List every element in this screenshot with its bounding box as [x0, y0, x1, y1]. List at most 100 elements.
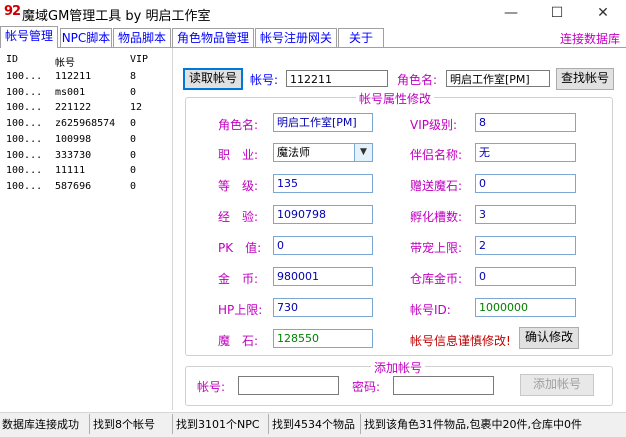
account-label: 帐号: [250, 73, 279, 87]
tab-about[interactable]: 关于 [338, 28, 384, 47]
cell-vip: 0 [130, 149, 137, 161]
account-id-input[interactable]: 1000000 [475, 298, 576, 317]
status-account-count: 找到8个帐号 [93, 418, 155, 431]
minimize-icon[interactable]: — [488, 0, 534, 26]
table-row[interactable]: 100... 100998 0 [0, 134, 170, 149]
cell-id: 100... [6, 180, 43, 192]
role-name-field-label: 角色名: [218, 118, 259, 132]
role-name-input[interactable]: 明启工作室[PM] [446, 70, 550, 87]
role-name-label: 角色名: [397, 73, 438, 87]
window-title: 魔域GM管理工具 by 明启工作室 [22, 9, 211, 24]
pk-label: PK 值: [218, 241, 262, 255]
cell-id: 100... [6, 118, 43, 130]
new-password-input[interactable] [393, 376, 494, 395]
read-account-button[interactable]: 读取帐号 [183, 68, 243, 90]
magic-stone-label: 魔 石: [218, 334, 259, 348]
modify-warning: 帐号信息谨慎修改! [410, 334, 511, 348]
status-separator [268, 414, 269, 434]
tab-item-script[interactable]: 物品脚本 [113, 28, 171, 47]
cell-vip: 8 [130, 71, 137, 82]
cell-id: 100... [6, 133, 43, 145]
vip-level-input[interactable]: 8 [475, 113, 576, 132]
chevron-down-icon[interactable]: ▼ [354, 144, 372, 161]
tab-role-items[interactable]: 角色物品管理 [172, 28, 254, 47]
table-row[interactable]: 100... z625968574 0 [0, 118, 170, 133]
cell-vip: 0 [130, 86, 137, 98]
table-row[interactable]: 100... 221122 12 [0, 102, 170, 117]
job-select[interactable]: 魔法师 ▼ [273, 143, 373, 162]
hp-limit-input[interactable]: 730 [273, 298, 373, 317]
new-account-input[interactable] [238, 376, 339, 395]
gift-stone-input[interactable]: 0 [475, 174, 576, 193]
new-account-label: 帐号: [197, 380, 226, 394]
warehouse-gold-label: 仓库金币: [410, 272, 463, 286]
hatch-slots-label: 孵化槽数: [410, 210, 463, 224]
table-row[interactable]: 100... 11111 0 [0, 165, 170, 180]
column-header-vip[interactable]: VIP [130, 54, 148, 65]
maximize-icon[interactable]: ☐ [534, 0, 580, 26]
pk-input[interactable]: 0 [273, 236, 373, 255]
account-list[interactable]: ID 帐号 VIP 100... 112211 8 100... ms001 0 100..… [0, 48, 173, 410]
mate-name-input[interactable]: 无 [475, 143, 576, 162]
status-role-items: 找到该角色31件物品,包裹中20件,仓库中0件 [364, 418, 582, 431]
pet-limit-input[interactable]: 2 [475, 236, 576, 255]
status-db-connection: 数据库连接成功 [2, 418, 79, 431]
account-id-label: 帐号ID: [410, 303, 451, 317]
exp-input[interactable]: 1090798 [273, 205, 373, 224]
hp-limit-label: HP上限: [218, 303, 263, 317]
cell-vip: 0 [130, 180, 137, 192]
cell-account: 11111 [55, 165, 86, 177]
status-item-count: 找到4534个物品 [272, 418, 355, 431]
table-row[interactable]: 100... 112211 8 [0, 71, 170, 86]
level-label: 等 级: [218, 179, 259, 193]
status-separator [172, 414, 173, 434]
account-properties-title: 帐号属性修改 [356, 90, 435, 107]
status-separator [89, 414, 90, 434]
column-header-account[interactable]: 帐号 [55, 54, 75, 69]
close-icon[interactable]: ✕ [580, 0, 626, 26]
cell-account: z625968574 [55, 118, 116, 130]
gold-label: 金 币: [218, 272, 259, 286]
cell-account: 221122 [55, 102, 92, 114]
vip-level-label: VIP级别: [410, 118, 458, 132]
connect-database-link[interactable]: 连接数据库 [560, 30, 620, 47]
add-account-button[interactable]: 添加帐号 [520, 374, 594, 396]
find-account-button[interactable]: 查找帐号 [556, 68, 614, 90]
cell-account: 587696 [55, 180, 92, 192]
role-name-field[interactable]: 明启工作室[PM] [273, 113, 373, 132]
add-account-title: 添加帐号 [371, 359, 426, 376]
hatch-slots-input[interactable]: 3 [475, 205, 576, 224]
tab-register-gateway[interactable]: 帐号注册网关 [255, 28, 337, 47]
gold-input[interactable]: 980001 [273, 267, 373, 286]
job-label: 职 业: [218, 148, 259, 162]
table-row[interactable]: 100... 587696 0 [0, 181, 170, 196]
tab-account-management[interactable]: 帐号管理 [0, 26, 58, 48]
cell-account: ms001 [55, 86, 86, 98]
status-separator [360, 414, 361, 434]
level-input[interactable]: 135 [273, 174, 373, 193]
table-row[interactable]: 100... ms001 0 [0, 87, 170, 102]
cell-id: 100... [6, 86, 43, 98]
cell-id: 100... [6, 71, 43, 82]
cell-id: 100... [6, 165, 43, 177]
new-password-label: 密码: [352, 380, 381, 394]
status-npc-count: 找到3101个NPC [176, 418, 260, 431]
mate-name-label: 伴侣名称: [410, 148, 463, 162]
cell-id: 100... [6, 102, 43, 114]
cell-vip: 0 [130, 133, 137, 145]
confirm-modify-button[interactable]: 确认修改 [519, 327, 579, 349]
cell-vip: 0 [130, 118, 137, 130]
job-select-value: 魔法师 [277, 146, 310, 159]
warehouse-gold-input[interactable]: 0 [475, 267, 576, 286]
cell-vip: 0 [130, 165, 137, 177]
tab-npc-script[interactable]: NPC脚本 [60, 28, 112, 47]
cell-account: 333730 [55, 149, 92, 161]
exp-label: 经 验: [218, 210, 259, 224]
app-icon: 92 [4, 4, 21, 19]
table-row[interactable]: 100... 333730 0 [0, 150, 170, 165]
cell-account: 100998 [55, 133, 92, 145]
pet-limit-label: 带宠上限: [410, 241, 463, 255]
column-header-id[interactable]: ID [6, 54, 18, 65]
magic-stone-input[interactable]: 128550 [273, 329, 373, 348]
account-input[interactable]: 112211 [286, 70, 388, 87]
